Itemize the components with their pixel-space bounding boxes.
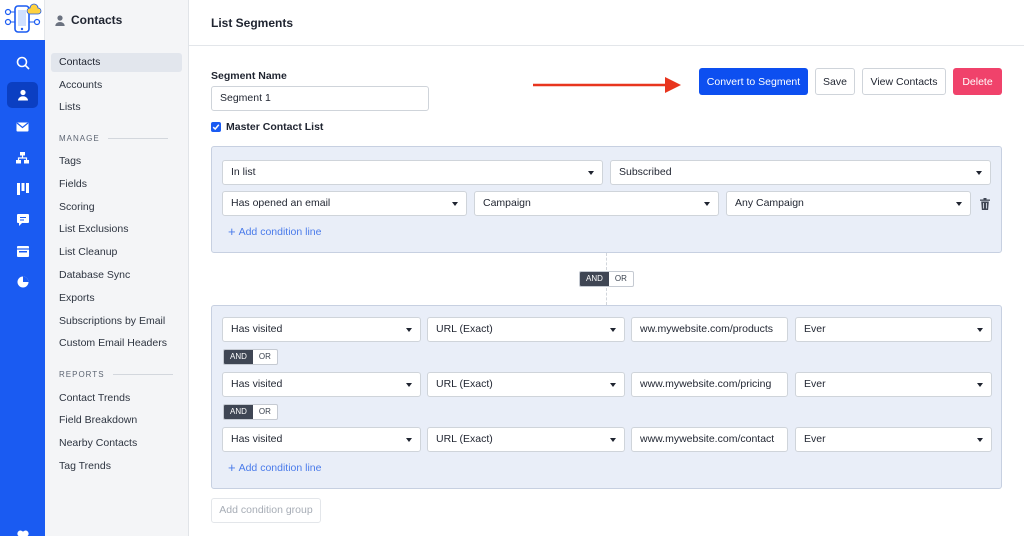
sidebar-item-nearby-contacts[interactable]: Nearby Contacts [51,434,182,453]
sidebar-item-accounts[interactable]: Accounts [51,76,182,95]
url-input[interactable]: ww.mywebsite.com/products [631,317,788,342]
condition-select[interactable]: URL (Exact) [427,427,625,452]
dropdown-caret-icon [588,171,594,175]
plus-icon: + [228,460,236,475]
arrow-annotation [533,77,681,93]
dropdown-caret-icon [977,328,983,332]
connector-line [606,288,607,305]
row-and-or-toggle[interactable]: AND OR [223,349,278,365]
and-option[interactable]: AND [224,350,253,364]
dropdown-caret-icon [704,202,710,206]
sidebar: Contacts Contacts Accounts Lists MANAGE … [45,0,189,536]
sidebar-item-field-breakdown[interactable]: Field Breakdown [51,411,182,430]
master-list-label: Master Contact List [226,121,324,133]
row-and-or-toggle[interactable]: AND OR [223,404,278,420]
condition-select[interactable]: In list [222,160,603,185]
trash-icon[interactable] [980,198,990,210]
add-condition-line-button[interactable]: + Add condition line [228,460,322,475]
logo-icon[interactable] [0,0,45,40]
sidebar-item-list-cleanup[interactable]: List Cleanup [51,243,182,262]
master-list-checkbox[interactable] [211,122,221,132]
heart-icon[interactable] [7,522,38,536]
condition-select[interactable]: Subscribed [610,160,991,185]
condition-select[interactable]: Has visited [222,317,421,342]
sidebar-item-fields[interactable]: Fields [51,175,182,194]
sidebar-item-tags[interactable]: Tags [51,152,182,171]
sidebar-item-contact-trends[interactable]: Contact Trends [51,389,182,408]
condition-select[interactable]: Ever [795,372,992,397]
sidebar-header: Contacts [55,13,122,27]
add-condition-group-button[interactable]: Add condition group [211,498,321,523]
or-option[interactable]: OR [253,350,277,364]
dropdown-caret-icon [610,383,616,387]
page-title: List Segments [211,16,294,30]
condition-group-1: In list Subscribed Has opened an email C… [211,146,1002,253]
delete-button[interactable]: Delete [953,68,1002,95]
icon-rail [0,0,45,536]
email-icon[interactable] [7,114,38,140]
add-condition-line-button[interactable]: + Add condition line [228,224,322,239]
sidebar-item-lists[interactable]: Lists [51,98,182,117]
sidebar-item-list-exclusions[interactable]: List Exclusions [51,220,182,239]
plus-icon: + [228,224,236,239]
automation-icon[interactable] [7,145,38,171]
condition-select[interactable]: Campaign [474,191,719,216]
url-input[interactable]: www.mywebsite.com/contact [631,427,788,452]
segment-name-input[interactable]: Segment 1 [211,86,429,111]
sidebar-item-custom-email-headers[interactable]: Custom Email Headers [51,334,182,353]
or-option[interactable]: OR [609,272,633,286]
sidebar-title: Contacts [71,13,123,27]
sidebar-item-contacts[interactable]: Contacts [51,53,182,72]
condition-select[interactable]: Has opened an email [222,191,467,216]
condition-select[interactable]: Ever [795,317,992,342]
and-option[interactable]: AND [224,405,253,419]
site-icon[interactable] [7,238,38,264]
reports-section-title: REPORTS [59,370,173,379]
dropdown-caret-icon [977,383,983,387]
dropdown-caret-icon [976,171,982,175]
url-input[interactable]: www.mywebsite.com/pricing [631,372,788,397]
condition-select[interactable]: URL (Exact) [427,372,625,397]
condition-select[interactable]: Ever [795,427,992,452]
convert-to-segment-button[interactable]: Convert to Segment [699,68,808,95]
dropdown-caret-icon [452,202,458,206]
group-and-or-toggle[interactable]: AND OR [579,271,634,287]
sidebar-item-database-sync[interactable]: Database Sync [51,266,182,285]
dropdown-caret-icon [406,383,412,387]
search-icon[interactable] [7,50,38,76]
condition-group-2: Has visited URL (Exact) ww.mywebsite.com… [211,305,1002,489]
conversations-icon[interactable] [7,207,38,233]
view-contacts-button[interactable]: View Contacts [862,68,946,95]
and-option[interactable]: AND [580,272,609,286]
manage-section-title: MANAGE [59,134,168,143]
or-option[interactable]: OR [253,405,277,419]
dropdown-caret-icon [610,438,616,442]
page-header: List Segments [189,0,1024,46]
dropdown-caret-icon [977,438,983,442]
condition-select[interactable]: URL (Exact) [427,317,625,342]
dropdown-caret-icon [956,202,962,206]
condition-select[interactable]: Has visited [222,427,421,452]
check-icon [212,124,220,131]
pipeline-icon[interactable] [7,176,38,202]
person-icon [55,14,65,26]
condition-select[interactable]: Any Campaign [726,191,971,216]
sidebar-item-scoring[interactable]: Scoring [51,198,182,217]
reports-icon[interactable] [7,269,38,295]
dropdown-caret-icon [406,438,412,442]
condition-select[interactable]: Has visited [222,372,421,397]
contacts-icon[interactable] [7,82,38,108]
connector-line [606,253,607,270]
sidebar-item-tag-trends[interactable]: Tag Trends [51,457,182,476]
segment-name-label: Segment Name [211,70,287,82]
dropdown-caret-icon [406,328,412,332]
sidebar-item-exports[interactable]: Exports [51,289,182,308]
save-button[interactable]: Save [815,68,855,95]
dropdown-caret-icon [610,328,616,332]
sidebar-item-subscriptions-by-email[interactable]: Subscriptions by Email [51,312,182,331]
